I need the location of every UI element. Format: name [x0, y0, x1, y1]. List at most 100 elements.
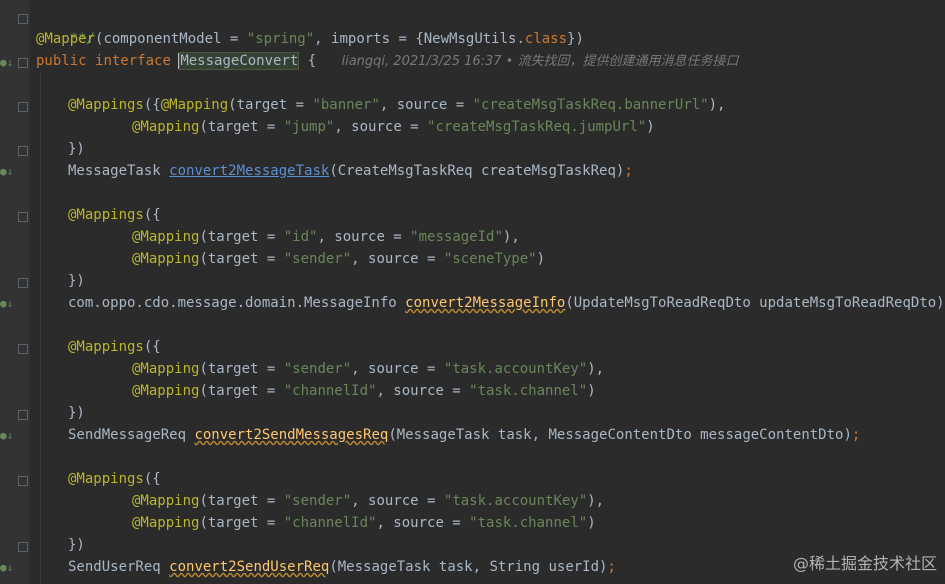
code-line-mappings-close[interactable]: }): [68, 138, 85, 160]
source-arg: , source =: [351, 493, 444, 509]
code-line-interface-declaration[interactable]: public interface MessageConvert { liangq…: [36, 50, 738, 72]
code-line-mapping[interactable]: @Mapping(target = "id", source = "messag…: [132, 226, 520, 248]
method-params: (UpdateMsgToReadReqDto updateMsgToReadRe…: [565, 295, 945, 311]
fold-toggle-icon[interactable]: [18, 476, 28, 486]
code-line-method-convert2sendmessagesreq[interactable]: SendMessageReq convert2SendMessagesReq(M…: [68, 424, 860, 446]
mapping-end: ): [587, 383, 596, 399]
method-name[interactable]: convert2MessageTask: [169, 163, 329, 179]
code-line-mappings[interactable]: @Mappings({: [68, 336, 161, 358]
source-arg: , source =: [317, 229, 411, 245]
semicolon: ;: [624, 163, 633, 179]
code-line-comment-end[interactable]: **/: [36, 6, 95, 47]
mapping-annotation: @Mapping: [132, 361, 200, 377]
mapping-annotation: @Mapping: [132, 119, 200, 135]
target-arg: (target =: [199, 383, 284, 399]
editor-gutter[interactable]: ●↓ ●↓ ●↓ ●↓ ●↓: [0, 0, 30, 584]
code-line-mappings[interactable]: @Mappings({: [68, 204, 161, 226]
target-arg: (target =: [199, 493, 284, 509]
mapping-end: ): [646, 119, 655, 135]
code-line-mappings-close[interactable]: }): [68, 270, 85, 292]
implemented-marker-icon[interactable]: ●↓: [0, 165, 14, 179]
target-string: "banner": [312, 97, 380, 113]
target-arg: (target =: [199, 251, 284, 267]
interface-keyword: interface: [95, 53, 171, 69]
site-watermark: @稀土掘金技术社区: [792, 554, 937, 573]
fold-toggle-icon[interactable]: [18, 58, 28, 68]
component-model-string: "spring": [246, 31, 315, 47]
fold-toggle-icon[interactable]: [18, 212, 28, 222]
code-line-mappings[interactable]: @Mappings({: [68, 468, 161, 490]
implemented-marker-icon[interactable]: ●↓: [0, 561, 14, 575]
return-type: com.oppo.cdo.message.domain.MessageInfo: [68, 295, 406, 311]
mappings-annotation: @Mappings: [68, 339, 144, 355]
mapping-end: ): [536, 251, 546, 267]
mapper-annotation: @Mapper: [36, 31, 96, 47]
return-type: MessageTask: [68, 163, 170, 179]
git-blame-annotation[interactable]: liangqi, 2021/3/25 16:37 • 流失找回，提供创建通用消息…: [341, 54, 738, 69]
source-string: "task.channel": [469, 515, 588, 531]
code-line-mapping[interactable]: @Mapping(target = "sender", source = "sc…: [132, 248, 545, 270]
code-line-method-convert2senduserreq[interactable]: SendUserReq convert2SendUserReq(MessageT…: [68, 556, 616, 578]
target-string: "id": [283, 229, 318, 245]
mapping-end: ): [587, 515, 596, 531]
mappings-open: ({: [143, 97, 161, 113]
code-line-mappings-close[interactable]: }): [68, 534, 85, 556]
mappings-close: }): [68, 537, 85, 553]
target-arg: (target =: [199, 119, 284, 135]
source-arg: , source =: [379, 97, 473, 113]
brace-open: {: [299, 53, 317, 69]
code-line-method-convert2messagetask[interactable]: MessageTask convert2MessageTask(CreateMs…: [68, 160, 633, 182]
method-name[interactable]: convert2SendUserReq: [169, 559, 329, 575]
source-string: "messageId": [410, 229, 503, 245]
class-keyword: class: [524, 31, 568, 47]
implemented-marker-icon[interactable]: ●↓: [0, 297, 14, 311]
code-line-mapping[interactable]: @Mapping(target = "jump", source = "crea…: [132, 116, 655, 138]
mappings-open: ({: [143, 207, 161, 223]
fold-toggle-icon[interactable]: [18, 102, 28, 112]
source-string: "task.channel": [469, 383, 588, 399]
annotation-args: (componentModel =: [95, 31, 247, 47]
method-params: (MessageTask task, MessageContentDto mes…: [388, 427, 852, 443]
source-arg: , source =: [376, 383, 470, 399]
fold-toggle-icon[interactable]: [18, 146, 28, 156]
target-string: "sender": [283, 493, 352, 509]
public-keyword: public: [36, 53, 87, 69]
fold-toggle-icon[interactable]: [18, 278, 28, 288]
target-string: "sender": [283, 361, 352, 377]
code-line-mapping[interactable]: @Mapping(target = "channelId", source = …: [132, 380, 596, 402]
semicolon: ;: [851, 427, 861, 443]
method-name[interactable]: convert2SendMessagesReq: [194, 427, 388, 443]
fold-toggle-icon[interactable]: [18, 542, 28, 552]
target-string: "channelId": [283, 383, 377, 399]
code-line-mapping[interactable]: @Mapping(target = "sender", source = "ta…: [132, 490, 604, 512]
code-line-mapping[interactable]: @Mapping(target = "channelId", source = …: [132, 512, 596, 534]
mapping-annotation: @Mapping: [160, 97, 229, 113]
code-line-mappings[interactable]: @Mappings({@Mapping(target = "banner", s…: [68, 94, 725, 116]
code-line-mapper-annotation[interactable]: @Mapper(componentModel = "spring", impor…: [36, 28, 584, 50]
code-line-mappings-close[interactable]: }): [68, 402, 85, 424]
method-name[interactable]: convert2MessageInfo: [405, 295, 565, 311]
source-arg: , source =: [334, 119, 428, 135]
fold-toggle-icon[interactable]: [18, 410, 28, 420]
mappings-close: }): [68, 405, 85, 421]
mappings-open: ({: [143, 339, 161, 355]
mapping-annotation: @Mapping: [132, 383, 200, 399]
code-line-mapping[interactable]: @Mapping(target = "sender", source = "ta…: [132, 358, 604, 380]
mapping-end: ),: [587, 493, 605, 509]
source-string: "task.accountKey": [443, 361, 588, 377]
implemented-marker-icon[interactable]: ●↓: [0, 429, 14, 443]
fold-toggle-icon[interactable]: [18, 14, 28, 24]
annotation-close: }): [567, 31, 584, 47]
mapping-annotation: @Mapping: [132, 515, 200, 531]
mapping-end: ),: [502, 229, 520, 245]
method-params: (CreateMsgTaskReq createMsgTaskReq): [329, 163, 625, 179]
implemented-marker-icon[interactable]: ●↓: [0, 56, 14, 70]
code-editor[interactable]: ●↓ ●↓ ●↓ ●↓ ●↓ **/ @Mapper(componentMode…: [0, 0, 945, 584]
interface-name[interactable]: MessageConvert: [179, 52, 300, 70]
mappings-close: }): [68, 141, 85, 157]
fold-toggle-icon[interactable]: [18, 344, 28, 354]
semicolon: ;: [607, 559, 616, 575]
mapping-end: ),: [708, 97, 726, 113]
code-line-method-convert2messageinfo[interactable]: com.oppo.cdo.message.domain.MessageInfo …: [68, 292, 945, 314]
indent-guide: [40, 72, 41, 584]
